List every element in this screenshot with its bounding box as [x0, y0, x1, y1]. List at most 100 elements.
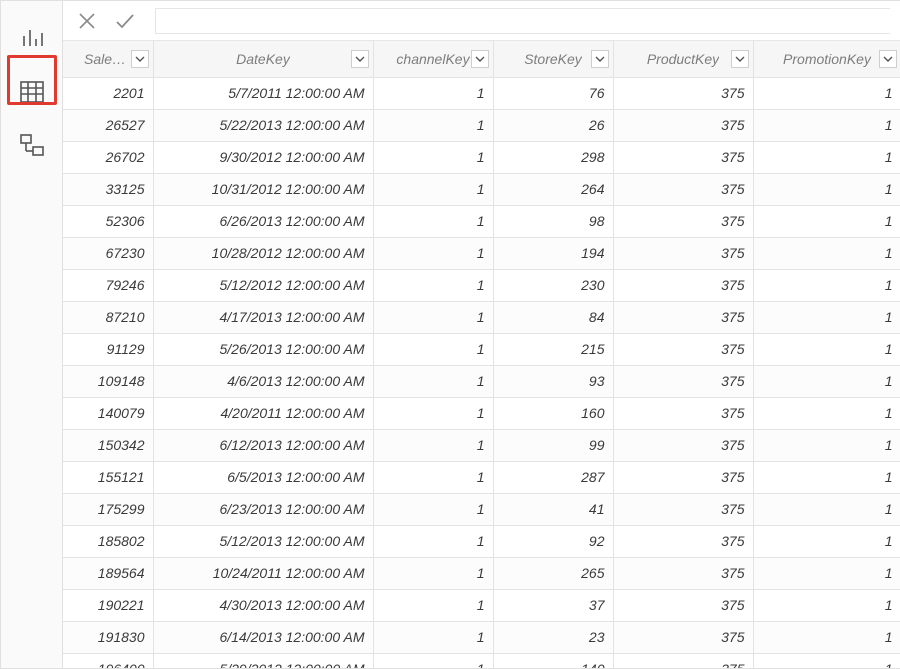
- table-row[interactable]: 1918306/14/2013 12:00:00 AM1233751: [63, 621, 900, 653]
- cell-saleskey[interactable]: 190221: [63, 589, 153, 621]
- cell-productkey[interactable]: 375: [613, 397, 753, 429]
- cell-productkey[interactable]: 375: [613, 557, 753, 589]
- cell-channelkey[interactable]: 1: [373, 109, 493, 141]
- table-row[interactable]: 1091484/6/2013 12:00:00 AM1933751: [63, 365, 900, 397]
- cell-datekey[interactable]: 6/23/2013 12:00:00 AM: [153, 493, 373, 525]
- cell-promotionkey[interactable]: 1: [753, 397, 900, 429]
- filter-button[interactable]: [131, 50, 149, 68]
- cell-datekey[interactable]: 6/14/2013 12:00:00 AM: [153, 621, 373, 653]
- column-header-channelkey[interactable]: channelKey: [373, 41, 493, 77]
- cell-productkey[interactable]: 375: [613, 461, 753, 493]
- cell-promotionkey[interactable]: 1: [753, 141, 900, 173]
- cell-storekey[interactable]: 26: [493, 109, 613, 141]
- cell-storekey[interactable]: 230: [493, 269, 613, 301]
- table-row[interactable]: 1964005/29/2012 12:00:00 AM11403751: [63, 653, 900, 668]
- cell-productkey[interactable]: 375: [613, 621, 753, 653]
- cell-datekey[interactable]: 6/12/2013 12:00:00 AM: [153, 429, 373, 461]
- cell-saleskey[interactable]: 26527: [63, 109, 153, 141]
- cell-productkey[interactable]: 375: [613, 77, 753, 109]
- cell-datekey[interactable]: 5/12/2012 12:00:00 AM: [153, 269, 373, 301]
- cell-channelkey[interactable]: 1: [373, 141, 493, 173]
- column-header-storekey[interactable]: StoreKey: [493, 41, 613, 77]
- cell-saleskey[interactable]: 52306: [63, 205, 153, 237]
- table-row[interactable]: 523066/26/2013 12:00:00 AM1983751: [63, 205, 900, 237]
- cell-datekey[interactable]: 10/24/2011 12:00:00 AM: [153, 557, 373, 589]
- cell-channelkey[interactable]: 1: [373, 301, 493, 333]
- cell-datekey[interactable]: 9/30/2012 12:00:00 AM: [153, 141, 373, 173]
- cell-datekey[interactable]: 6/26/2013 12:00:00 AM: [153, 205, 373, 237]
- table-row[interactable]: 872104/17/2013 12:00:00 AM1843751: [63, 301, 900, 333]
- cell-datekey[interactable]: 4/30/2013 12:00:00 AM: [153, 589, 373, 621]
- cell-productkey[interactable]: 375: [613, 365, 753, 397]
- cell-promotionkey[interactable]: 1: [753, 109, 900, 141]
- cell-productkey[interactable]: 375: [613, 301, 753, 333]
- cell-storekey[interactable]: 264: [493, 173, 613, 205]
- cell-storekey[interactable]: 99: [493, 429, 613, 461]
- cell-productkey[interactable]: 375: [613, 493, 753, 525]
- cell-promotionkey[interactable]: 1: [753, 525, 900, 557]
- cell-channelkey[interactable]: 1: [373, 205, 493, 237]
- cell-productkey[interactable]: 375: [613, 653, 753, 668]
- cell-channelkey[interactable]: 1: [373, 589, 493, 621]
- filter-button[interactable]: [731, 50, 749, 68]
- cell-datekey[interactable]: 5/29/2012 12:00:00 AM: [153, 653, 373, 668]
- filter-button[interactable]: [879, 50, 897, 68]
- cell-storekey[interactable]: 84: [493, 301, 613, 333]
- table-row[interactable]: 6723010/28/2012 12:00:00 AM11943751: [63, 237, 900, 269]
- table-row[interactable]: 265275/22/2013 12:00:00 AM1263751: [63, 109, 900, 141]
- cell-productkey[interactable]: 375: [613, 173, 753, 205]
- cell-promotionkey[interactable]: 1: [753, 461, 900, 493]
- cell-channelkey[interactable]: 1: [373, 237, 493, 269]
- cell-promotionkey[interactable]: 1: [753, 333, 900, 365]
- table-row[interactable]: 792465/12/2012 12:00:00 AM12303751: [63, 269, 900, 301]
- cell-saleskey[interactable]: 155121: [63, 461, 153, 493]
- cell-storekey[interactable]: 76: [493, 77, 613, 109]
- cell-datekey[interactable]: 5/7/2011 12:00:00 AM: [153, 77, 373, 109]
- cell-saleskey[interactable]: 191830: [63, 621, 153, 653]
- cell-promotionkey[interactable]: 1: [753, 301, 900, 333]
- column-header-productkey[interactable]: ProductKey: [613, 41, 753, 77]
- table-row[interactable]: 1503426/12/2013 12:00:00 AM1993751: [63, 429, 900, 461]
- table-row[interactable]: 3312510/31/2012 12:00:00 AM12643751: [63, 173, 900, 205]
- cell-channelkey[interactable]: 1: [373, 493, 493, 525]
- cell-promotionkey[interactable]: 1: [753, 493, 900, 525]
- cell-saleskey[interactable]: 185802: [63, 525, 153, 557]
- cell-productkey[interactable]: 375: [613, 429, 753, 461]
- cell-storekey[interactable]: 265: [493, 557, 613, 589]
- cell-productkey[interactable]: 375: [613, 333, 753, 365]
- cell-promotionkey[interactable]: 1: [753, 589, 900, 621]
- cell-productkey[interactable]: 375: [613, 589, 753, 621]
- cell-datekey[interactable]: 5/12/2013 12:00:00 AM: [153, 525, 373, 557]
- column-header-saleskey[interactable]: SalesKey: [63, 41, 153, 77]
- cell-channelkey[interactable]: 1: [373, 365, 493, 397]
- cell-datekey[interactable]: 4/17/2013 12:00:00 AM: [153, 301, 373, 333]
- cell-datekey[interactable]: 5/26/2013 12:00:00 AM: [153, 333, 373, 365]
- cell-saleskey[interactable]: 150342: [63, 429, 153, 461]
- cell-channelkey[interactable]: 1: [373, 621, 493, 653]
- cell-channelkey[interactable]: 1: [373, 461, 493, 493]
- report-view-button[interactable]: [11, 17, 53, 59]
- cell-promotionkey[interactable]: 1: [753, 269, 900, 301]
- table-row[interactable]: 267029/30/2012 12:00:00 AM12983751: [63, 141, 900, 173]
- cell-channelkey[interactable]: 1: [373, 269, 493, 301]
- table-row[interactable]: 1858025/12/2013 12:00:00 AM1923751: [63, 525, 900, 557]
- cell-promotionkey[interactable]: 1: [753, 365, 900, 397]
- cell-datekey[interactable]: 10/31/2012 12:00:00 AM: [153, 173, 373, 205]
- cell-saleskey[interactable]: 91129: [63, 333, 153, 365]
- cell-channelkey[interactable]: 1: [373, 77, 493, 109]
- cell-channelkey[interactable]: 1: [373, 173, 493, 205]
- table-row[interactable]: 1752996/23/2013 12:00:00 AM1413751: [63, 493, 900, 525]
- table-row[interactable]: 22015/7/2011 12:00:00 AM1763751: [63, 77, 900, 109]
- cell-saleskey[interactable]: 109148: [63, 365, 153, 397]
- cell-storekey[interactable]: 140: [493, 653, 613, 668]
- cell-saleskey[interactable]: 196400: [63, 653, 153, 668]
- cell-storekey[interactable]: 194: [493, 237, 613, 269]
- cell-saleskey[interactable]: 26702: [63, 141, 153, 173]
- cell-saleskey[interactable]: 175299: [63, 493, 153, 525]
- cell-datekey[interactable]: 6/5/2013 12:00:00 AM: [153, 461, 373, 493]
- table-row[interactable]: 1902214/30/2013 12:00:00 AM1373751: [63, 589, 900, 621]
- filter-button[interactable]: [591, 50, 609, 68]
- table-row[interactable]: 1400794/20/2011 12:00:00 AM11603751: [63, 397, 900, 429]
- cell-promotionkey[interactable]: 1: [753, 429, 900, 461]
- cell-storekey[interactable]: 23: [493, 621, 613, 653]
